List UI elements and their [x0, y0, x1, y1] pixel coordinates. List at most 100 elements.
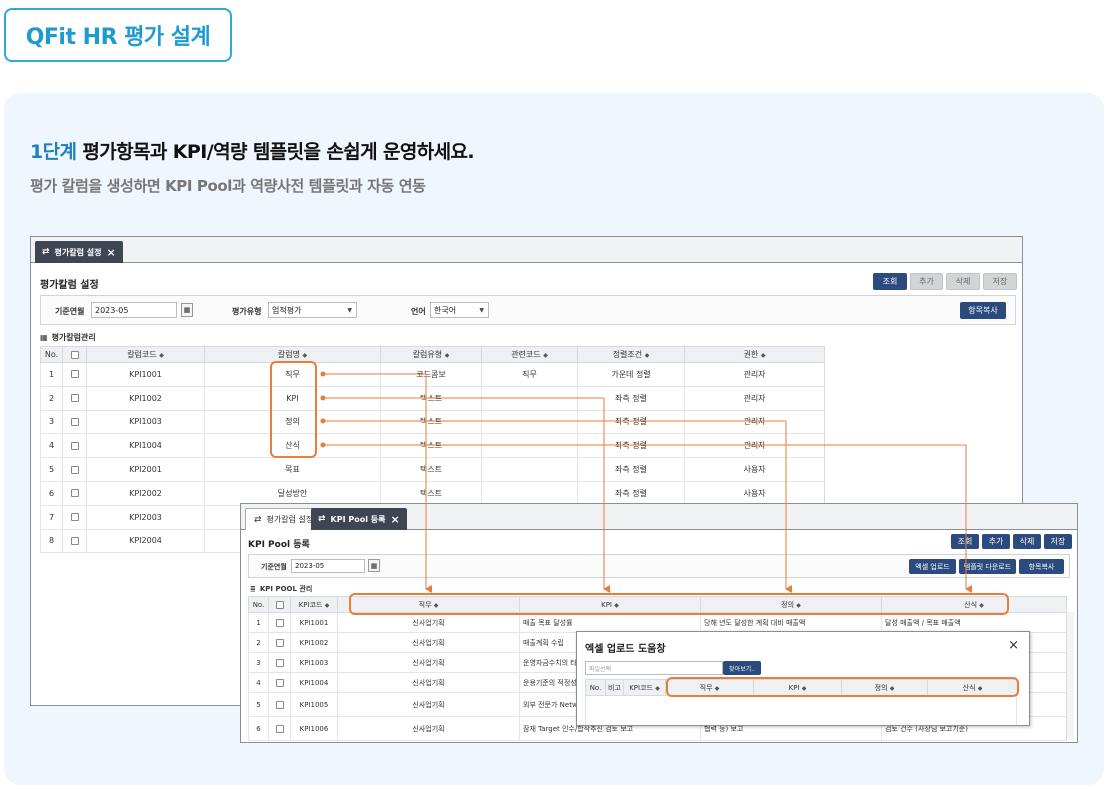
row-code: KPI1003 — [86, 409, 205, 435]
close-icon[interactable]: × — [1008, 638, 1019, 653]
row-checkbox[interactable] — [62, 362, 87, 387]
col-job[interactable]: 직무 ◆ — [665, 679, 754, 696]
table-row[interactable]: 3 KPI1003 정의 텍스트 좌측 정렬 관리자 — [40, 409, 825, 435]
table-row[interactable]: 2 KPI1002 KPI 텍스트 좌측 정렬 관리자 — [40, 385, 825, 411]
col-related[interactable]: 관련코드 ◆ — [481, 346, 578, 363]
section-title-text: KPI POOL 관리 — [259, 585, 313, 593]
col-name[interactable]: 칼럼명 ◆ — [204, 346, 381, 363]
col-no[interactable]: No. — [40, 346, 63, 363]
col-select-all[interactable] — [62, 346, 87, 363]
search-button[interactable]: 조회 — [873, 273, 907, 290]
checkbox[interactable] — [275, 658, 284, 667]
row-align: 좌측 정렬 — [577, 457, 685, 482]
checkbox[interactable] — [70, 536, 79, 545]
row-checkbox[interactable] — [268, 612, 291, 633]
col-formula[interactable]: 산식 ◆ — [927, 679, 1018, 696]
table-row[interactable]: 1 KPI1001 신사업기획 매출 목표 달성률 당해 년도 달성한 계획 대비 매출… — [248, 612, 1067, 633]
col-kpi-code[interactable]: KPI코드 ◆ — [290, 596, 338, 613]
checkbox[interactable] — [275, 724, 284, 733]
base-month-input[interactable]: 2023-05 — [291, 559, 365, 573]
tab-kpi-pool[interactable]: ⇄ KPI Pool 등록 × — [311, 508, 407, 530]
save-button[interactable]: 저장 — [983, 273, 1017, 290]
checkbox[interactable] — [275, 618, 284, 627]
col-definition[interactable]: 정의 ◆ — [700, 596, 882, 613]
close-icon[interactable]: × — [107, 246, 116, 259]
sort-icon: ◆ — [979, 601, 984, 609]
col-type[interactable]: 칼럼유형 ◆ — [380, 346, 482, 363]
checkbox[interactable] — [275, 700, 284, 709]
search-button[interactable]: 조회 — [951, 534, 979, 549]
checkbox[interactable] — [70, 465, 79, 474]
scrollbar[interactable] — [1066, 612, 1074, 740]
row-checkbox[interactable] — [268, 632, 291, 653]
row-checkbox[interactable] — [268, 652, 291, 673]
eval-type-select[interactable]: 업적평가 ▼ — [268, 302, 357, 318]
checkbox[interactable] — [275, 678, 284, 687]
row-checkbox[interactable] — [62, 409, 87, 435]
checkbox[interactable] — [275, 638, 284, 647]
row-checkbox[interactable] — [268, 692, 291, 717]
delete-button[interactable]: 삭제 — [946, 273, 980, 290]
col-kpi[interactable]: KPI ◆ — [519, 596, 701, 613]
col-definition-label: 정의 — [781, 600, 795, 609]
row-type: 텍스트 — [380, 385, 482, 411]
col-formula[interactable]: 산식 ◆ — [881, 596, 1067, 613]
col-kpi[interactable]: KPI ◆ — [753, 679, 842, 696]
sort-icon: ◆ — [543, 352, 548, 359]
base-month-input[interactable]: 2023-05 — [91, 302, 177, 318]
headline-text: 평가항목과 KPI/역량 템플릿을 손쉽게 운영하세요. — [82, 141, 475, 163]
row-job: 신사업기획 — [337, 612, 520, 633]
col-align[interactable]: 정렬조건 ◆ — [577, 346, 685, 363]
row-code: KPI1001 — [86, 362, 205, 387]
row-checkbox[interactable] — [62, 528, 87, 554]
chevron-down-icon: ▼ — [479, 306, 484, 314]
row-checkbox[interactable] — [62, 504, 87, 530]
excel-upload-button[interactable]: 엑셀 업로드 — [909, 559, 956, 574]
add-button[interactable]: 추가 — [910, 273, 943, 290]
col-code[interactable]: 칼럼코드 ◆ — [86, 346, 205, 363]
row-checkbox[interactable] — [62, 480, 87, 506]
col-auth[interactable]: 권한 ◆ — [684, 346, 825, 363]
delete-button[interactable]: 삭제 — [1013, 534, 1041, 549]
checkbox[interactable] — [70, 441, 79, 450]
checkbox[interactable] — [275, 600, 284, 609]
copy-items-button[interactable]: 항목복사 — [1019, 559, 1064, 574]
table-row[interactable]: 4 KPI1004 산식 텍스트 좌측 정렬 관리자 — [40, 433, 825, 459]
checkbox[interactable] — [70, 513, 79, 522]
row-kpi-code: KPI1002 — [290, 632, 338, 653]
table-row[interactable]: 1 KPI1001 직무 코드콤보 직무 가운데 정렬 관리자 — [40, 362, 825, 387]
row-kpi-code: KPI1006 — [290, 716, 338, 741]
row-checkbox[interactable] — [62, 457, 87, 482]
close-icon[interactable]: × — [390, 513, 399, 526]
row-checkbox[interactable] — [268, 672, 291, 693]
row-checkbox[interactable] — [62, 385, 87, 411]
file-input[interactable]: 파일선택 — [585, 661, 723, 675]
save-button[interactable]: 저장 — [1044, 534, 1072, 549]
col-select-all[interactable] — [268, 596, 291, 613]
table-row[interactable]: 5 KPI2001 목표 텍스트 좌측 정렬 사용자 — [40, 457, 825, 482]
browse-button[interactable]: 찾아보기.. — [723, 661, 761, 675]
col-note[interactable]: 비고 — [605, 679, 624, 696]
grid-icon: ▦ — [40, 333, 48, 342]
calendar-icon[interactable]: ▦ — [181, 303, 193, 317]
template-download-button[interactable]: 템플릿 다운로드 — [959, 559, 1016, 574]
language-select[interactable]: 한국어 ▼ — [430, 302, 489, 318]
row-checkbox[interactable] — [62, 433, 87, 459]
checkbox[interactable] — [70, 370, 79, 379]
row-kpi-code: KPI1005 — [290, 692, 338, 717]
copy-items-button[interactable]: 항목복사 — [960, 302, 1006, 319]
col-definition[interactable]: 정의 ◆ — [841, 679, 928, 696]
checkbox[interactable] — [70, 489, 79, 498]
row-checkbox[interactable] — [268, 716, 291, 741]
checkbox[interactable] — [70, 394, 79, 403]
add-button[interactable]: 추가 — [982, 534, 1010, 549]
calendar-icon[interactable]: ▦ — [368, 559, 380, 572]
table-row[interactable]: 6 KPI2002 달성방안 텍스트 좌측 정렬 사용자 — [40, 480, 825, 506]
col-kpi-code[interactable]: KPI코드 ◆ — [623, 679, 666, 696]
checkbox[interactable] — [70, 350, 79, 359]
col-job[interactable]: 직무 ◆ — [337, 596, 520, 613]
checkbox[interactable] — [70, 417, 79, 426]
col-no[interactable]: No. — [585, 679, 606, 696]
tab-column-settings[interactable]: ⇄ 평가칼럼 설정 × — [35, 241, 123, 263]
col-no[interactable]: No. — [248, 596, 269, 613]
